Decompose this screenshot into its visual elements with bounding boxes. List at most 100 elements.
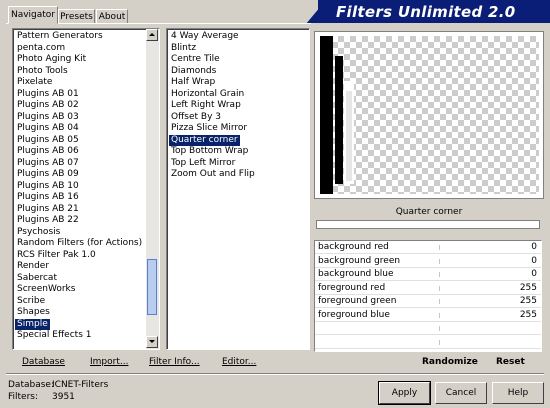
- filter-item[interactable]: Horizontal Grain: [169, 89, 246, 100]
- parameter-row[interactable]: foreground red 255: [315, 282, 541, 295]
- category-item[interactable]: Plugins AB 06: [15, 146, 81, 157]
- parameter-row[interactable]: background green 0: [315, 255, 541, 268]
- filter-item[interactable]: Top Bottom Wrap: [169, 146, 250, 157]
- filter-item[interactable]: Centre Tile: [169, 54, 222, 65]
- parameter-slider-tick: [439, 285, 440, 291]
- filter-item[interactable]: Diamonds: [169, 66, 218, 77]
- parameter-row[interactable]: foreground blue 255: [315, 309, 541, 322]
- parameter-slider-tick: [439, 272, 440, 277]
- filter-item[interactable]: Left Right Wrap: [169, 100, 243, 111]
- category-item[interactable]: Plugins AB 21: [15, 204, 81, 215]
- category-item[interactable]: Render: [15, 261, 51, 272]
- filter-info-button-label: Filter Info...: [149, 357, 200, 367]
- category-item[interactable]: RCS Filter Pak 1.0: [15, 250, 98, 261]
- category-item[interactable]: Plugins AB 04: [15, 123, 81, 134]
- category-list[interactable]: Pattern Generators penta.com Photo Aging K…: [12, 28, 160, 350]
- tab-navigator[interactable]: Navigator: [8, 6, 58, 24]
- editor-button-label: Editor...: [222, 357, 257, 367]
- category-item[interactable]: Plugins AB 02: [15, 100, 81, 111]
- database-status-label: Database:: [8, 380, 54, 390]
- category-item[interactable]: Psychosis: [15, 227, 62, 238]
- parameter-slider-tick: [439, 258, 440, 264]
- parameter-label: foreground green: [318, 296, 397, 306]
- category-item[interactable]: Photo Aging Kit: [15, 54, 88, 65]
- filters-status-label: Filters:: [8, 392, 39, 402]
- parameter-label: background red: [318, 242, 389, 252]
- database-button[interactable]: Database: [22, 356, 65, 368]
- parameter-value[interactable]: 0: [531, 269, 537, 280]
- parameter-value[interactable]: 0: [531, 242, 537, 253]
- category-item[interactable]: Plugins AB 10: [15, 181, 81, 192]
- category-scrollbar[interactable]: [146, 29, 159, 349]
- filter-item[interactable]: 4 Way Average: [169, 31, 241, 42]
- editor-button[interactable]: Editor...: [222, 356, 256, 368]
- parameter-label: foreground blue: [318, 309, 390, 320]
- filter-item[interactable]: Offset By 3: [169, 112, 223, 123]
- cancel-button[interactable]: Cancel: [435, 382, 487, 404]
- category-item[interactable]: penta.com: [15, 43, 67, 54]
- parameter-value[interactable]: 0: [531, 256, 537, 267]
- parameter-row[interactable]: background blue 0: [315, 268, 541, 281]
- footer-divider: [6, 373, 544, 375]
- parameter-row[interactable]: foreground green 255: [315, 295, 541, 308]
- preview-image: [320, 36, 539, 194]
- filter-item[interactable]: Top Left Mirror: [169, 158, 237, 169]
- reset-button[interactable]: Reset: [496, 356, 525, 368]
- parameter-slider-tick: [439, 339, 440, 345]
- category-item[interactable]: Plugins AB 05: [15, 135, 81, 146]
- category-item[interactable]: Pattern Generators: [15, 31, 105, 42]
- filter-list[interactable]: 4 Way Average Blintz Centre Tile Diamonds Ha…: [166, 28, 310, 350]
- category-item[interactable]: Plugins AB 01: [15, 89, 81, 100]
- randomize-button[interactable]: Randomize: [422, 356, 478, 368]
- tab-about[interactable]: About: [96, 9, 128, 23]
- filters-status-value: 3951: [52, 392, 75, 402]
- category-item[interactable]: Pixelate: [15, 77, 54, 88]
- category-item[interactable]: Plugins AB 22: [15, 215, 81, 226]
- parameter-row[interactable]: background red 0: [315, 241, 541, 254]
- scroll-down-button[interactable]: [146, 336, 158, 348]
- import-button-label: Import...: [90, 357, 129, 367]
- filter-item[interactable]: Half Wrap: [169, 77, 217, 88]
- scroll-thumb[interactable]: [147, 259, 157, 315]
- category-item[interactable]: Random Filters (for Actions): [15, 238, 144, 249]
- chevron-up-icon: [149, 33, 155, 36]
- parameter-label: background blue: [318, 269, 394, 279]
- parameter-slider-tick: [439, 312, 440, 318]
- filter-item[interactable]: Pizza Slice Mirror: [169, 123, 249, 134]
- category-item[interactable]: Simple: [15, 318, 50, 330]
- apply-button[interactable]: Apply: [378, 381, 431, 405]
- preview-strip-highlight: [346, 91, 352, 181]
- filter-item[interactable]: Zoom Out and Flip: [169, 169, 257, 180]
- tab-presets[interactable]: Presets: [58, 9, 95, 23]
- parameter-value[interactable]: 255: [520, 283, 537, 294]
- filter-item[interactable]: Blintz: [169, 43, 198, 54]
- app-title: Filters Unlimited 2.0: [336, 3, 516, 21]
- database-button-label: Database: [22, 357, 65, 367]
- category-item[interactable]: Plugins AB 09: [15, 169, 81, 180]
- scroll-up-button[interactable]: [146, 29, 158, 41]
- parameter-value[interactable]: 255: [520, 310, 537, 321]
- category-item[interactable]: Sabercat: [15, 273, 59, 284]
- category-item[interactable]: Shapes: [15, 307, 52, 318]
- category-item[interactable]: Photo Tools: [15, 66, 70, 77]
- category-item[interactable]: Plugins AB 07: [15, 158, 81, 169]
- filter-info-button[interactable]: Filter Info...: [149, 356, 200, 368]
- parameter-row[interactable]: [315, 322, 541, 335]
- category-item[interactable]: Special Effects 1: [15, 330, 93, 341]
- preview-shapes: [320, 36, 354, 194]
- parameter-row[interactable]: [315, 336, 541, 349]
- category-item[interactable]: Scribe: [15, 296, 47, 307]
- current-filter-name: Quarter corner: [395, 207, 463, 217]
- import-button[interactable]: Import...: [90, 356, 128, 368]
- parameter-panel: background red 0 background green 0 backgrou…: [314, 240, 542, 352]
- parameter-label: foreground red: [318, 282, 386, 293]
- parameter-value[interactable]: 255: [520, 296, 537, 307]
- category-item[interactable]: Plugins AB 03: [15, 112, 81, 123]
- database-status-value: ICNET-Filters: [52, 380, 109, 390]
- filter-item[interactable]: Quarter corner: [169, 134, 240, 146]
- category-item[interactable]: Plugins AB 16: [15, 192, 81, 203]
- progress-bar: [316, 220, 540, 229]
- help-button[interactable]: Help: [492, 382, 544, 404]
- category-item[interactable]: ScreenWorks: [15, 284, 77, 295]
- parameter-label: background green: [318, 255, 401, 266]
